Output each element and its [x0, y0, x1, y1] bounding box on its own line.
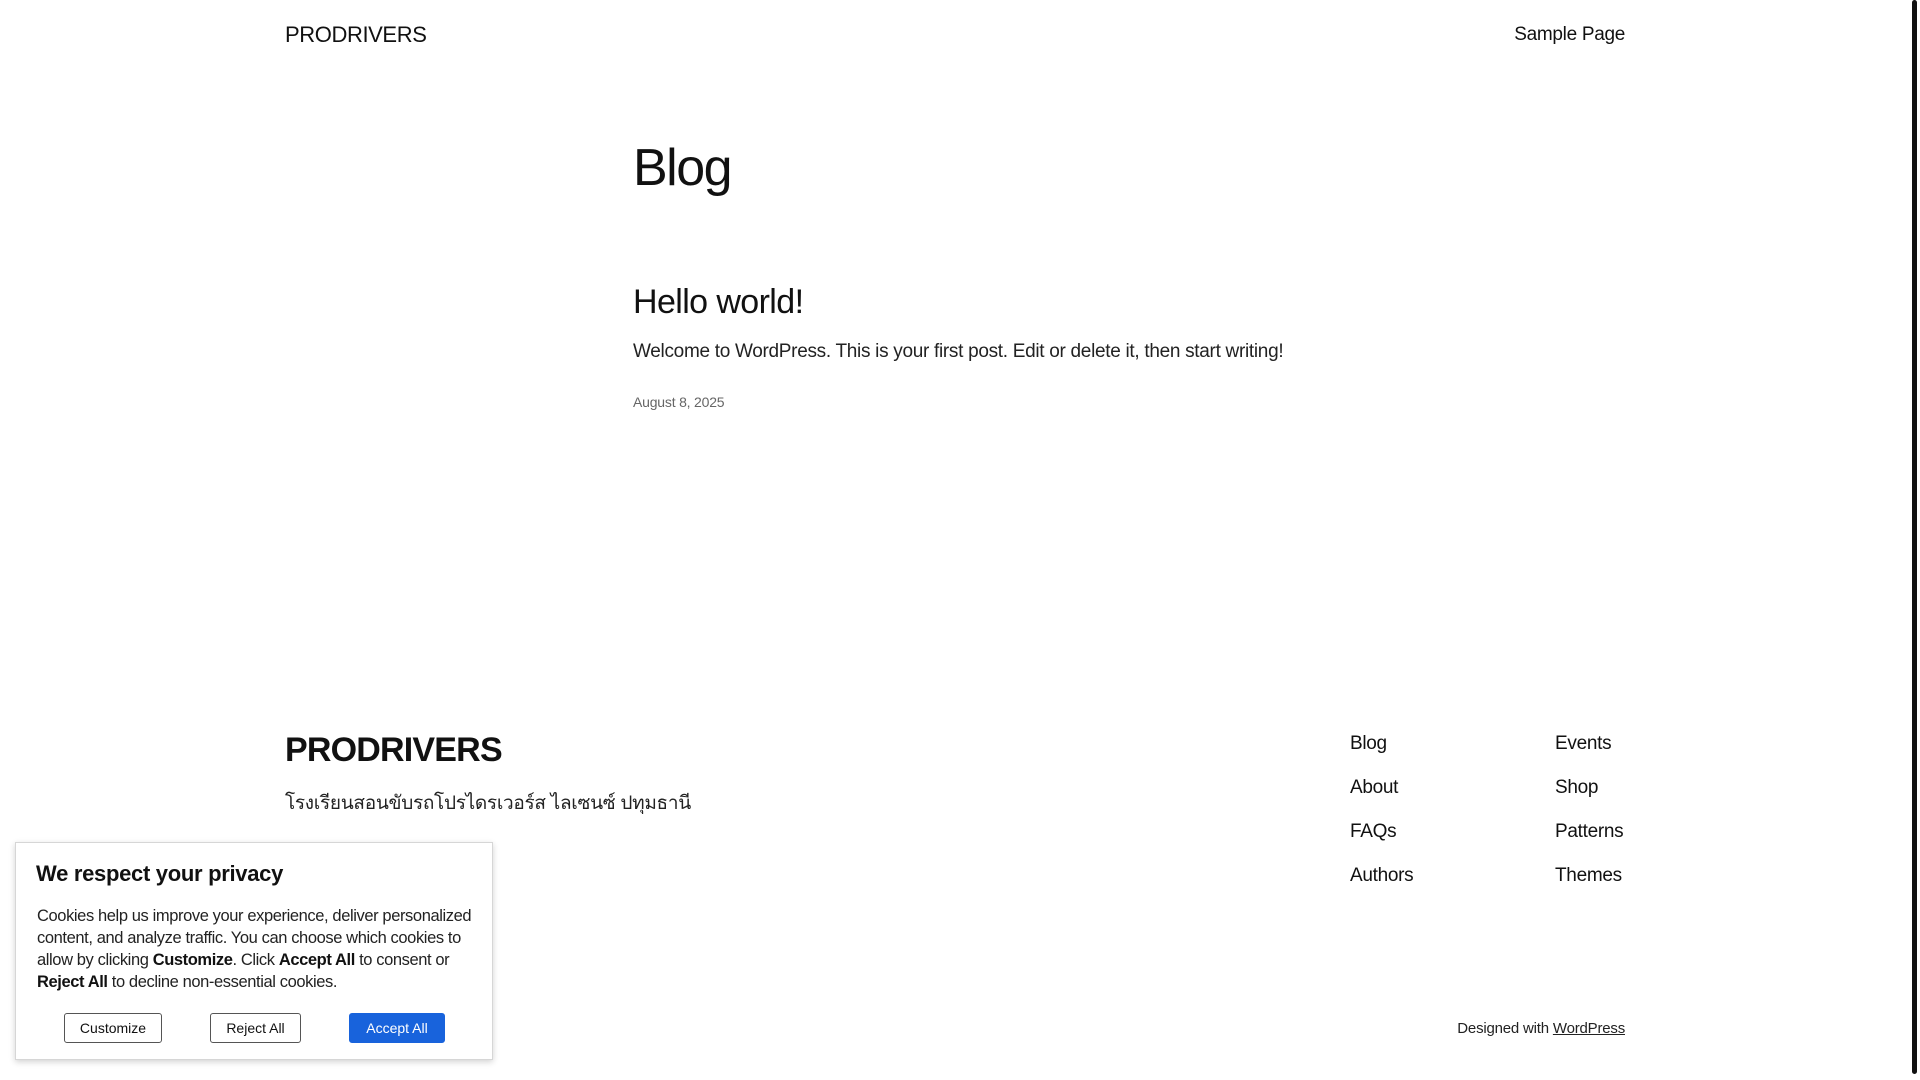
post-excerpt: Welcome to WordPress. This is your first… [633, 341, 1284, 362]
scrollbar[interactable] [1908, 0, 1920, 1080]
accept-all-button[interactable]: Accept All [349, 1013, 445, 1043]
reject-all-button[interactable]: Reject All [210, 1013, 301, 1043]
cookie-text-accept: Accept All [278, 951, 355, 969]
footer-link-blog[interactable]: Blog [1350, 732, 1413, 756]
cookie-banner-title: We respect your privacy [36, 861, 284, 886]
footer-nav-column-2: Events Shop Patterns Themes [1555, 732, 1624, 888]
post-title-link[interactable]: Hello world! [633, 282, 804, 322]
cookie-banner-description: Cookies help us improve your experience,… [37, 905, 477, 993]
footer-link-themes[interactable]: Themes [1555, 864, 1623, 888]
footer-link-about[interactable]: About [1350, 776, 1413, 800]
footer-credit: Designed with WordPress [1457, 1020, 1625, 1037]
footer-link-faqs[interactable]: FAQs [1350, 820, 1413, 844]
footer-nav-column-1: Blog About FAQs Authors [1350, 732, 1414, 888]
footer-link-authors[interactable]: Authors [1350, 864, 1414, 888]
site-title-link[interactable]: PRODRIVERS [285, 22, 427, 48]
credit-prefix: Designed with [1457, 1020, 1553, 1037]
cookie-text-part-3: to consent or [354, 951, 450, 969]
site-header: PRODRIVERS Sample Page [285, 22, 1625, 50]
cookie-text-part-2: . Click [232, 951, 279, 969]
footer-site-title-link[interactable]: PRODRIVERS [285, 730, 503, 770]
cookie-text-part-4: to decline non-essential cookies. [107, 973, 338, 991]
footer-link-shop[interactable]: Shop [1555, 776, 1623, 800]
nav-sample-page-link[interactable]: Sample Page [1514, 24, 1625, 46]
page-title: Blog [633, 139, 733, 197]
cookie-consent-banner: We respect your privacy Cookies help us … [15, 842, 493, 1060]
footer-link-events[interactable]: Events [1555, 732, 1623, 756]
footer-tagline: โรงเรียนสอนขับรถโปรไดรเวอร์ส ไลเซนซ์ ปทุ… [285, 793, 691, 814]
cookie-text-customize: Customize [152, 951, 233, 969]
wordpress-link[interactable]: WordPress [1553, 1020, 1625, 1037]
footer-link-patterns[interactable]: Patterns [1555, 820, 1624, 844]
scrollbar-thumb[interactable] [1912, 0, 1917, 1074]
post-date: August 8, 2025 [633, 394, 725, 410]
cookie-text-reject: Reject All [37, 973, 108, 991]
customize-button[interactable]: Customize [64, 1013, 162, 1043]
